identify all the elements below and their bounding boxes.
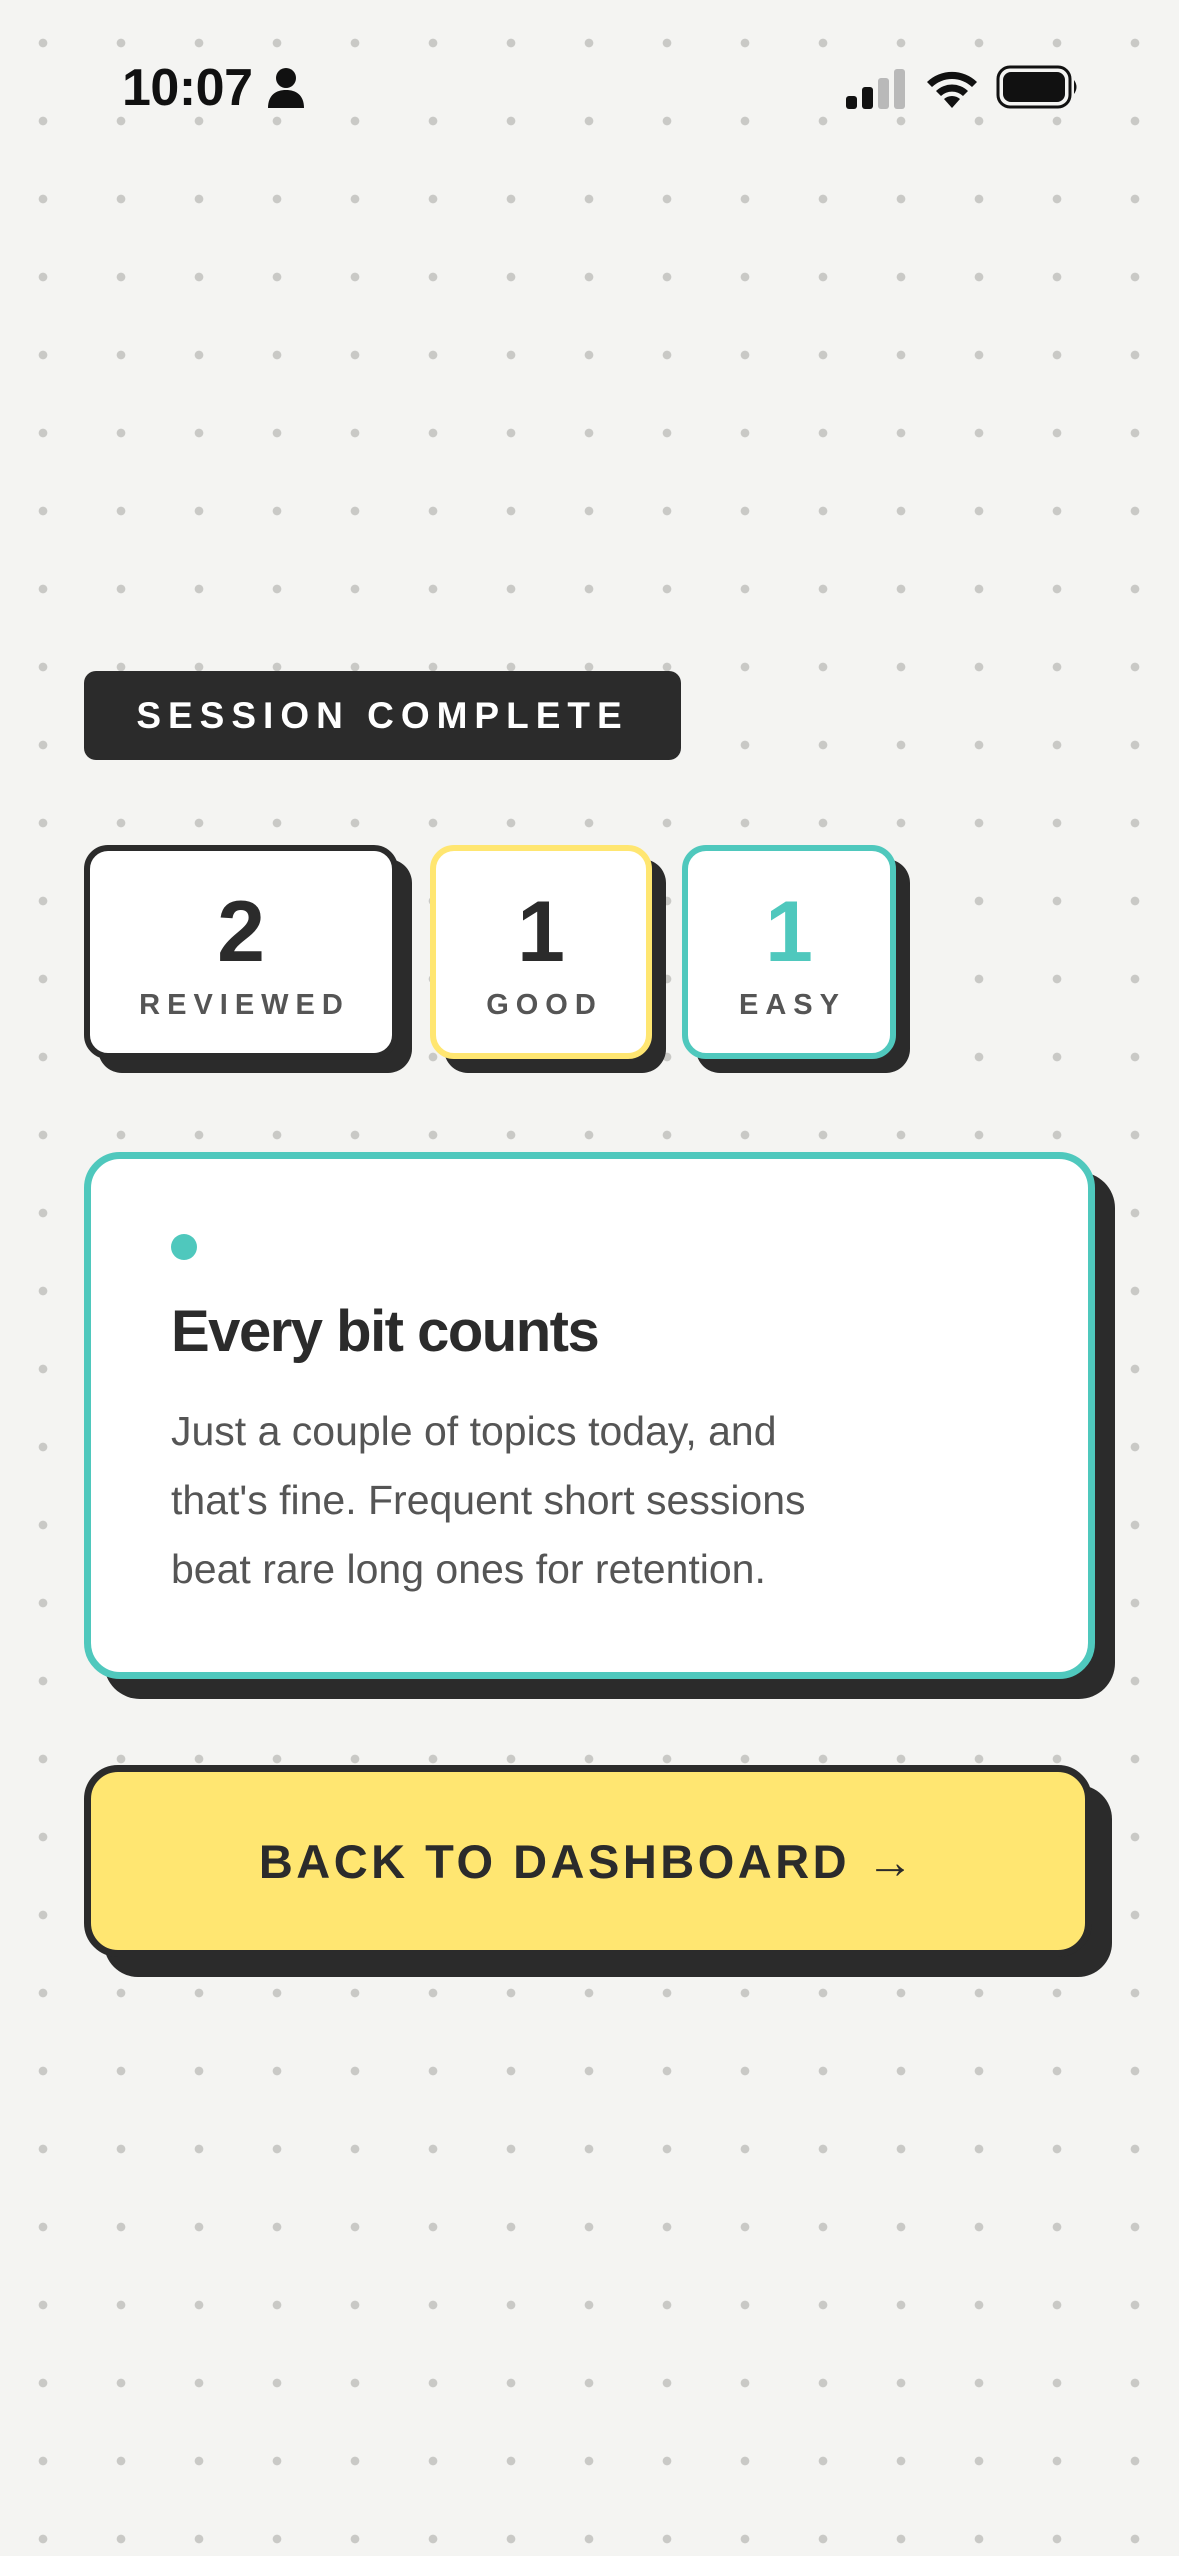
stat-value: 2: [217, 884, 265, 980]
cellular-signal-icon: [846, 69, 905, 109]
stat-card-reviewed: 2 REVIEWED: [84, 845, 398, 1059]
stat-card-good: 1 GOOD: [430, 845, 652, 1059]
battery-icon: [996, 65, 1077, 109]
stat-label: GOOD: [486, 989, 603, 1021]
status-time: 10:07: [122, 59, 253, 117]
message-line: that's fine. Frequent short sessions: [171, 1477, 806, 1523]
accent-dot-icon: [171, 1234, 197, 1260]
message-body: Just a couple of topics today, and that'…: [171, 1397, 971, 1604]
status-bar: 10:07: [0, 0, 1179, 150]
wifi-icon: [927, 71, 977, 108]
back-to-dashboard-button[interactable]: BACK TO DASHBOARD →: [84, 1765, 1092, 1957]
person-icon: [268, 68, 304, 108]
stat-value: 1: [765, 884, 813, 980]
message-line: beat rare long ones for retention.: [171, 1546, 766, 1592]
session-complete-badge: SESSION COMPLETE: [84, 671, 681, 760]
stat-card-easy: 1 EASY: [682, 845, 896, 1059]
session-complete-label: SESSION COMPLETE: [136, 694, 629, 736]
stat-value: 1: [517, 884, 565, 980]
stat-label: EASY: [739, 989, 846, 1021]
message-line: Just a couple of topics today, and: [171, 1408, 777, 1454]
stat-label: REVIEWED: [139, 989, 350, 1021]
back-to-dashboard-label: BACK TO DASHBOARD →: [258, 1834, 918, 1888]
message-title: Every bit counts: [171, 1299, 600, 1364]
encouragement-card: Every bit counts Just a couple of topics…: [84, 1152, 1095, 1679]
